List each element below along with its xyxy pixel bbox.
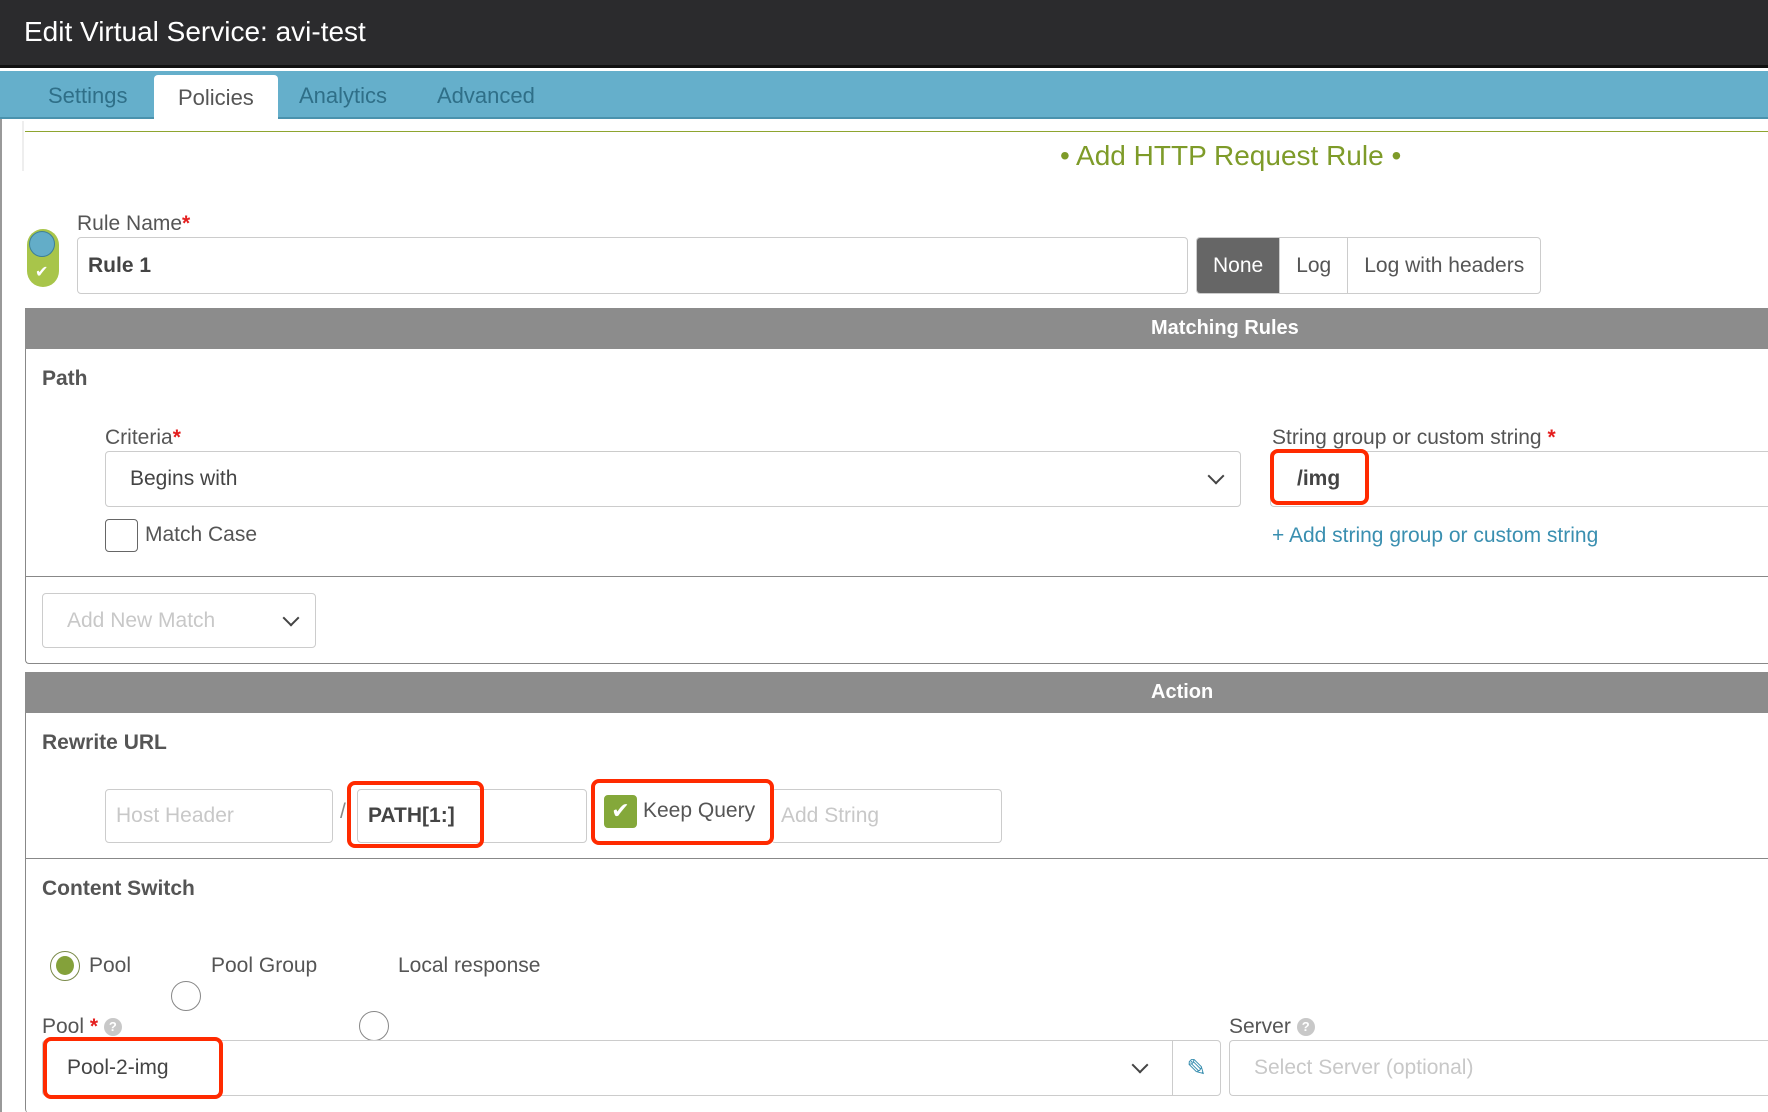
required-mark: * — [182, 212, 191, 235]
tab-settings[interactable]: Settings — [48, 83, 128, 109]
pencil-icon: ✎ — [1186, 1054, 1207, 1082]
toggle-knob — [29, 231, 55, 257]
local-response-radio-label: Local response — [398, 954, 541, 977]
check-icon: ✔ — [35, 264, 49, 281]
chevron-down-icon — [282, 609, 300, 626]
host-header-placeholder: Host Header — [116, 804, 234, 827]
window-titlebar: Edit Virtual Service: avi-test — [0, 0, 1768, 68]
server-placeholder: Select Server (optional) — [1254, 1056, 1474, 1079]
chevron-down-icon — [1207, 467, 1225, 485]
pool-radio[interactable] — [50, 951, 80, 981]
divider — [25, 576, 1768, 577]
divider — [25, 858, 1768, 859]
logging-toggle-group: None Log Log with headers — [1196, 237, 1542, 294]
keep-query-checkbox[interactable]: ✔ — [604, 795, 637, 828]
string-value: /img — [1297, 467, 1341, 490]
pool-group-radio[interactable] — [171, 981, 201, 1011]
tab-advanced[interactable]: Advanced — [437, 83, 535, 109]
rule-name-value: Rule 1 — [88, 253, 152, 277]
criteria-label-text: Criteria — [105, 426, 173, 449]
add-string-group-link[interactable]: + Add string group or custom string — [1272, 524, 1598, 548]
pool-value: Pool-2-img — [67, 1056, 169, 1079]
tab-bar: Settings Policies Analytics Advanced — [0, 71, 1768, 119]
required-mark: * — [89, 1015, 99, 1038]
log-with-headers-button[interactable]: Log with headers — [1347, 238, 1540, 293]
action-header: Action — [25, 672, 1768, 713]
add-string-placeholder: Add String — [781, 804, 880, 827]
criteria-value: Begins with — [130, 467, 238, 490]
header-edge — [22, 121, 24, 171]
match-case-checkbox[interactable] — [105, 519, 138, 552]
action-title: Action — [1151, 681, 1214, 703]
criteria-label: Criteria* — [105, 426, 181, 450]
log-none-button[interactable]: None — [1197, 238, 1280, 293]
chevron-down-icon — [1131, 1056, 1149, 1074]
rule-name-label-text: Rule Name — [77, 212, 183, 235]
host-header-input[interactable]: Host Header — [105, 789, 333, 843]
tab-policies[interactable]: Policies — [154, 75, 278, 119]
pool-radio-label: Pool — [89, 954, 132, 977]
rule-name-label: Rule Name* — [77, 212, 190, 236]
criteria-select[interactable]: Begins with — [105, 451, 1241, 507]
matching-rules-header: Matching Rules — [25, 308, 1768, 349]
add-new-match-placeholder: Add New Match — [67, 608, 216, 632]
content-switch-heading: Content Switch — [42, 877, 195, 900]
path-separator: / — [340, 800, 346, 823]
edit-pool-button[interactable]: ✎ — [1172, 1040, 1221, 1096]
path-rewrite-input[interactable]: PATH[1:] — [357, 789, 587, 843]
rule-enable-toggle[interactable]: ✔ — [27, 229, 59, 287]
keep-query-label: Keep Query — [643, 799, 756, 822]
server-label: Server ? — [1229, 1015, 1315, 1039]
add-new-match-select[interactable]: Add New Match — [42, 593, 316, 648]
path-heading: Path — [42, 367, 88, 390]
required-mark: * — [1547, 426, 1556, 449]
pool-select[interactable]: Pool-2-img — [42, 1040, 1173, 1096]
tab-analytics[interactable]: Analytics — [299, 83, 387, 109]
add-string-input[interactable]: Add String — [771, 789, 1002, 843]
server-select[interactable]: Select Server (optional) — [1229, 1040, 1768, 1096]
help-icon[interactable]: ? — [1296, 1018, 1315, 1036]
local-response-radio[interactable] — [359, 1011, 389, 1041]
required-mark: * — [172, 426, 181, 449]
matching-rules-title: Matching Rules — [1151, 317, 1299, 339]
rewrite-url-heading: Rewrite URL — [42, 731, 167, 754]
server-label-text: Server — [1229, 1015, 1291, 1038]
pool-label: Pool * ? — [42, 1015, 122, 1039]
path-rewrite-value: PATH[1:] — [368, 804, 455, 827]
string-group-label-text: String group or custom string — [1272, 426, 1542, 449]
match-case-label: Match Case — [145, 523, 258, 546]
string-group-input[interactable]: /img — [1270, 451, 1768, 507]
left-border — [0, 119, 2, 1112]
header-divider — [25, 131, 1768, 132]
window-title: Edit Virtual Service: avi-test — [24, 16, 366, 47]
pool-label-text: Pool — [42, 1015, 85, 1038]
rule-name-input[interactable]: Rule 1 — [77, 237, 1188, 294]
form-title: • Add HTTP Request Rule • — [1060, 140, 1402, 171]
pool-group-radio-label: Pool Group — [211, 954, 318, 977]
help-icon[interactable]: ? — [103, 1018, 122, 1036]
log-button[interactable]: Log — [1279, 238, 1347, 293]
string-group-label: String group or custom string * — [1272, 426, 1556, 450]
